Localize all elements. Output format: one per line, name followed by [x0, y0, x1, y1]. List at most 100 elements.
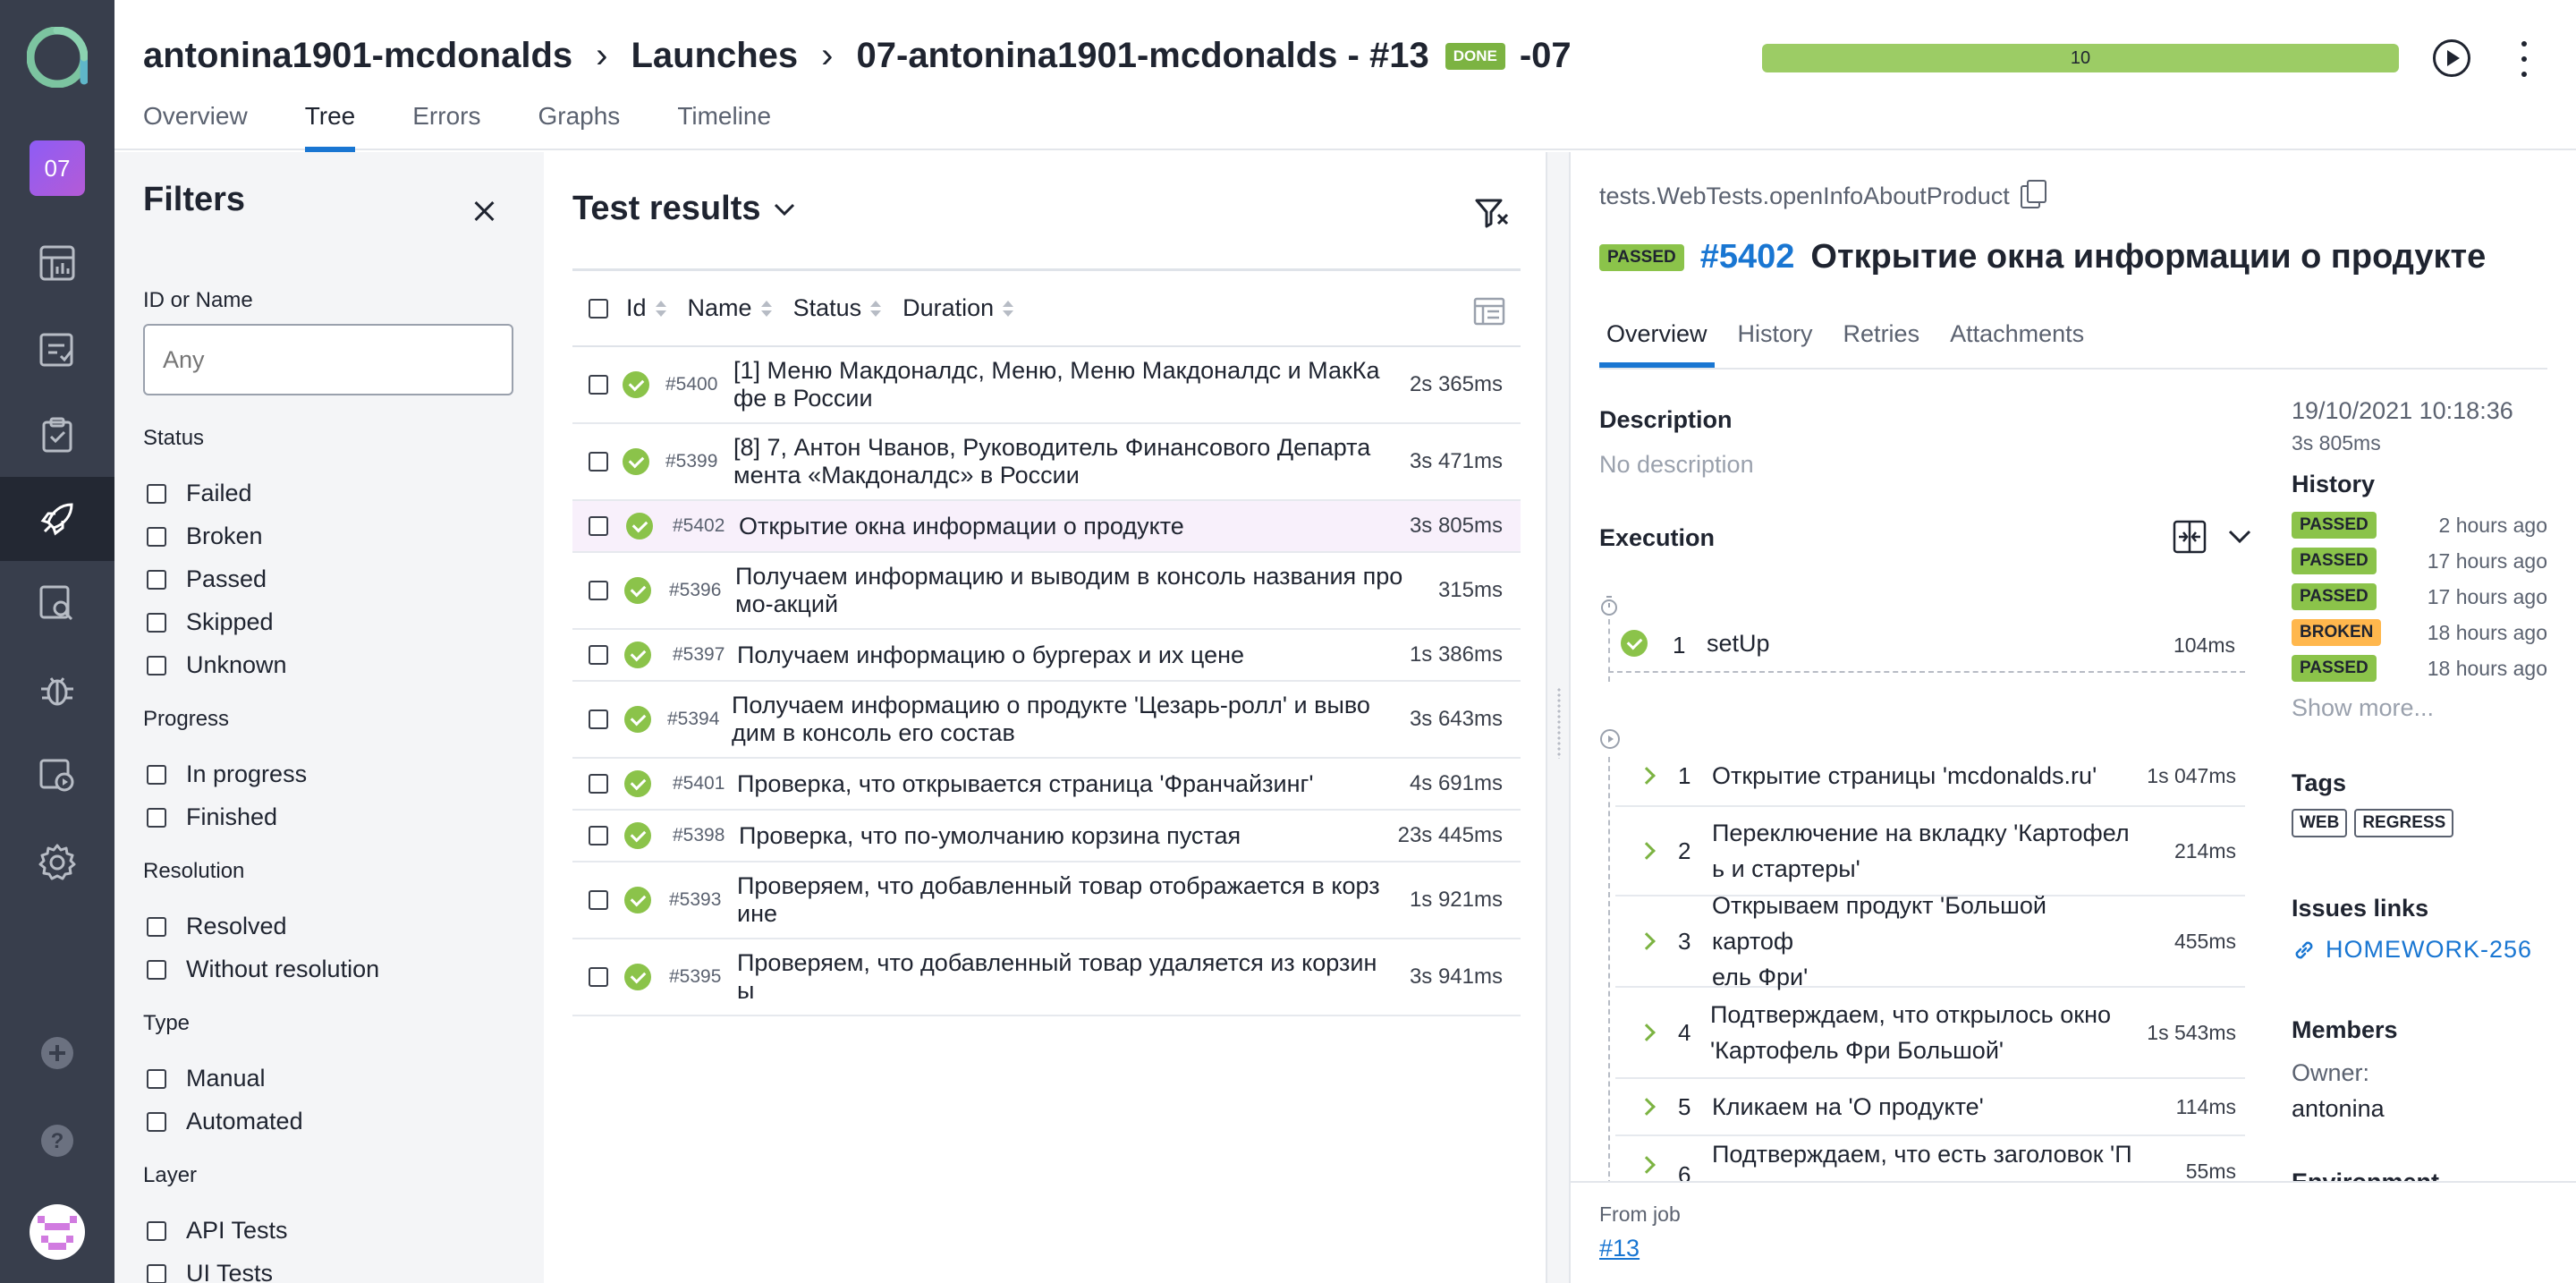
user-avatar[interactable] — [0, 1190, 114, 1274]
step-row[interactable]: 4 Подтверждаем, что открылось окно 'Карт… — [1615, 988, 2245, 1079]
table-row[interactable]: #5394 Получаем информацию о продукте 'Цез… — [572, 682, 1521, 759]
row-checkbox[interactable] — [589, 890, 608, 910]
column-duration[interactable]: Duration — [902, 294, 1014, 322]
tab-errors[interactable]: Errors — [412, 102, 480, 152]
filter-without-resolution[interactable]: Without resolution — [147, 956, 379, 983]
column-status[interactable]: Status — [793, 294, 882, 322]
filter-status-broken[interactable]: Broken — [147, 523, 263, 550]
tab-tree[interactable]: Tree — [304, 102, 356, 152]
filter-progress-in-progress[interactable]: In progress — [147, 760, 307, 788]
checkbox[interactable] — [147, 764, 166, 785]
column-id[interactable]: Id — [626, 294, 666, 322]
checkbox[interactable] — [147, 1263, 166, 1283]
row-checkbox[interactable] — [589, 709, 608, 729]
filter-status-unknown[interactable]: Unknown — [147, 651, 287, 679]
table-row[interactable]: #5400 [1] Меню Макдоналдс, Меню, Меню Мак… — [572, 347, 1521, 424]
step-row[interactable]: 5 Кликаем на 'О продукте' 114ms — [1615, 1079, 2245, 1136]
checkbox[interactable] — [147, 1111, 166, 1132]
table-row[interactable]: #5393 Проверяем, что добавленный товар от… — [572, 862, 1521, 939]
filter-status-skipped[interactable]: Skipped — [147, 608, 274, 636]
tab-history[interactable]: History — [1731, 320, 1820, 368]
add-nav[interactable] — [0, 1011, 114, 1095]
row-checkbox[interactable] — [589, 774, 608, 794]
history-item[interactable]: PASSED 2 hours ago — [2292, 512, 2547, 539]
checkbox[interactable] — [147, 1068, 166, 1089]
step-row[interactable]: 3 Открываем продукт 'Большой картоф ель … — [1615, 892, 2245, 990]
analytics-nav[interactable] — [0, 561, 114, 645]
dashboards-nav[interactable] — [0, 221, 114, 305]
testcases-nav[interactable] — [0, 307, 114, 391]
more-vertical-icon[interactable] — [2515, 41, 2533, 77]
play-icon[interactable] — [2433, 39, 2470, 77]
history-item[interactable]: PASSED 17 hours ago — [2292, 583, 2547, 610]
columns-settings-icon[interactable] — [1472, 294, 1506, 328]
launches-nav[interactable] — [0, 477, 114, 561]
tag-regress[interactable]: REGRESS — [2354, 809, 2454, 837]
checkbox[interactable] — [147, 807, 166, 828]
table-row[interactable]: #5398 Проверка, что по-умолчанию корзина … — [572, 811, 1521, 862]
breadcrumb-launches[interactable]: Launches — [631, 36, 798, 76]
collapse-all-icon[interactable] — [2172, 519, 2207, 555]
history-item[interactable]: PASSED 17 hours ago — [2292, 548, 2547, 574]
select-all-checkbox[interactable] — [589, 298, 608, 319]
testplans-nav[interactable] — [0, 393, 114, 477]
checkbox[interactable] — [147, 916, 166, 937]
tag-web[interactable]: WEB — [2292, 809, 2348, 837]
close-icon[interactable] — [472, 199, 497, 224]
tab-timeline[interactable]: Timeline — [677, 102, 771, 152]
table-row[interactable]: #5396 Получаем информацию и выводим в кон… — [572, 553, 1521, 630]
tab-overview[interactable]: Overview — [1599, 320, 1715, 368]
table-row-selected[interactable]: #5402 Открытие окна информации о продукте… — [572, 501, 1521, 553]
checkbox[interactable] — [147, 1220, 166, 1241]
step-row[interactable]: 2 Переключение на вкладку 'Картофел ь и … — [1615, 807, 2245, 896]
checkbox[interactable] — [147, 612, 166, 633]
row-checkbox[interactable] — [589, 826, 608, 845]
checkbox[interactable] — [147, 569, 166, 590]
issue-link[interactable]: HOMEWORK-256 — [2292, 936, 2532, 964]
history-item[interactable]: PASSED 18 hours ago — [2292, 655, 2547, 682]
jobs-nav[interactable] — [0, 733, 114, 817]
tab-attachments[interactable]: Attachments — [1943, 320, 2091, 368]
table-row[interactable]: #5395 Проверяем, что добавленный товар уд… — [572, 939, 1521, 1016]
row-checkbox[interactable] — [589, 452, 608, 472]
filter-resolved[interactable]: Resolved — [147, 913, 287, 940]
test-number-link[interactable]: #5402 — [1700, 238, 1795, 276]
test-results-title[interactable]: Test results — [572, 190, 796, 228]
from-job-link[interactable]: #13 — [1599, 1235, 1640, 1262]
filter-layer-ui[interactable]: UI Tests — [147, 1260, 273, 1283]
breadcrumb-project[interactable]: antonina1901-mcdonalds — [143, 36, 572, 76]
checkbox[interactable] — [147, 655, 166, 675]
tab-overview[interactable]: Overview — [143, 102, 248, 152]
defects-nav[interactable] — [0, 647, 114, 731]
column-name[interactable]: Name — [688, 294, 772, 322]
filter-progress-finished[interactable]: Finished — [147, 803, 277, 831]
filter-status-passed[interactable]: Passed — [147, 565, 267, 593]
chevron-down-icon[interactable] — [2227, 528, 2252, 546]
filter-layer-api[interactable]: API Tests — [147, 1217, 288, 1245]
tab-retries[interactable]: Retries — [1836, 320, 1928, 368]
table-row[interactable]: #5397 Получаем информацию о бургерах и их… — [572, 630, 1521, 682]
row-checkbox[interactable] — [589, 967, 608, 987]
filter-type-automated[interactable]: Automated — [147, 1108, 303, 1135]
row-checkbox[interactable] — [589, 581, 608, 600]
panel-resize-handle[interactable] — [1546, 152, 1571, 1283]
history-item[interactable]: BROKEN 18 hours ago — [2292, 619, 2547, 646]
settings-nav[interactable] — [0, 820, 114, 905]
project-badge[interactable]: 07 — [30, 140, 85, 196]
step-row[interactable]: 1 Открытие страницы 'mcdonalds.ru' 1s 04… — [1615, 746, 2245, 807]
tab-graphs[interactable]: Graphs — [538, 102, 620, 152]
filter-status-failed[interactable]: Failed — [147, 480, 252, 507]
copy-icon[interactable] — [2020, 179, 2046, 208]
filter-clear-icon[interactable] — [1474, 195, 1510, 231]
show-more-link[interactable]: Show more... — [2292, 694, 2434, 722]
help-nav[interactable]: ? — [0, 1099, 114, 1183]
row-checkbox[interactable] — [589, 516, 608, 536]
filter-type-manual[interactable]: Manual — [147, 1065, 266, 1092]
checkbox[interactable] — [147, 526, 166, 547]
checkbox[interactable] — [147, 483, 166, 504]
id-name-input[interactable] — [143, 324, 513, 395]
allure-logo[interactable] — [27, 27, 88, 88]
table-row[interactable]: #5401 Проверка, что открывается страница … — [572, 759, 1521, 811]
row-checkbox[interactable] — [589, 375, 608, 395]
checkbox[interactable] — [147, 959, 166, 980]
